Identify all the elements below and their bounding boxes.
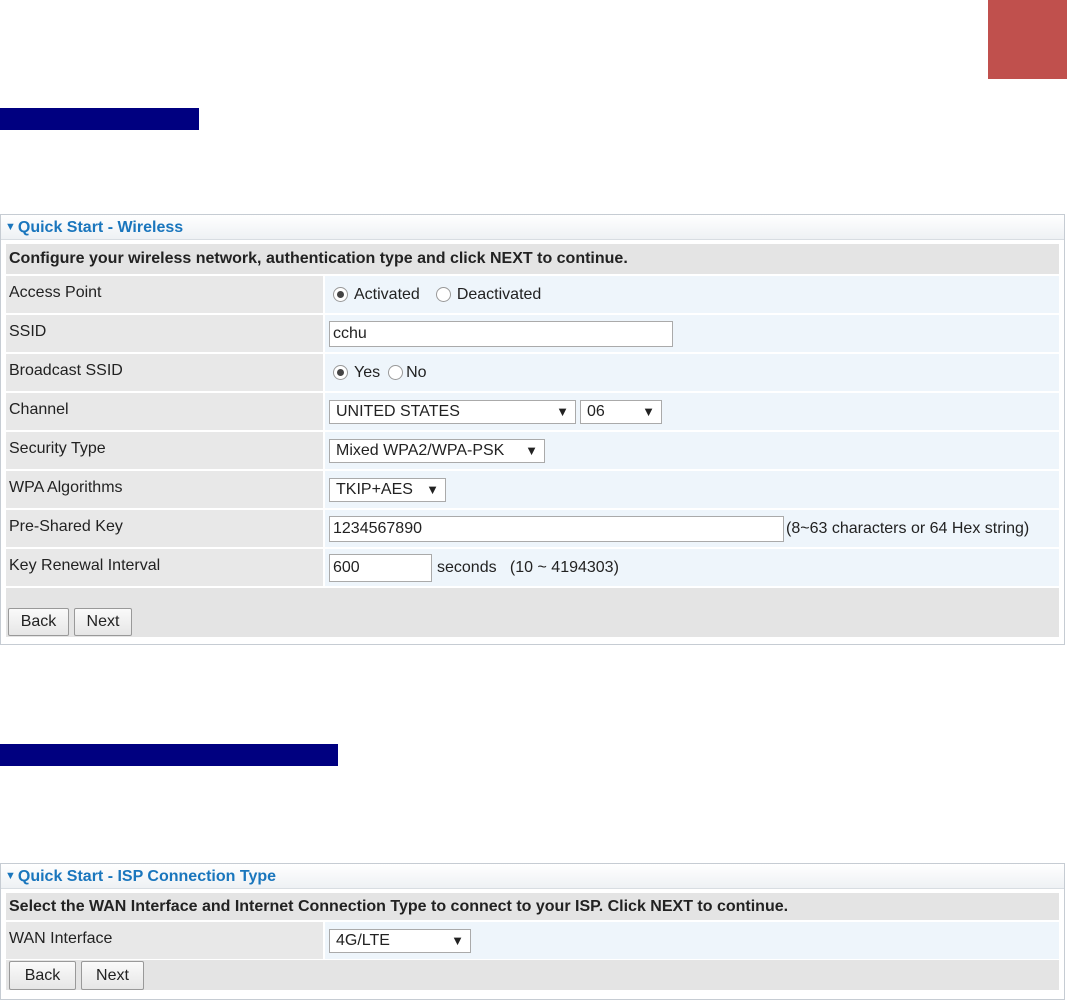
radio-unchecked-icon[interactable] <box>435 287 451 302</box>
dropdown-arrow-icon: ▼ <box>525 443 538 458</box>
section-heading-bar <box>0 108 199 130</box>
radio-checked-icon[interactable] <box>333 287 348 302</box>
isp-panel: ▼ Quick Start - ISP Connection Type Selec… <box>0 863 1065 1000</box>
country-select[interactable]: UNITED STATES ▼ <box>329 399 576 424</box>
button-bar: Back Next <box>6 588 1059 637</box>
key-renewal-hint: seconds (10 ~ 4194303) <box>437 558 619 576</box>
security-type-row: Security Type Mixed WPA2/WPA-PSK ▼ <box>6 432 1059 469</box>
radio-unchecked-icon[interactable] <box>388 365 404 380</box>
button-bar: Back Next <box>6 960 1059 990</box>
psk-hint: (8~63 characters or 64 Hex string) <box>786 519 1030 537</box>
access-point-label: Access Point <box>6 276 323 313</box>
ssid-label: SSID <box>6 315 323 352</box>
panel-description: Select the WAN Interface and Internet Co… <box>6 893 1059 920</box>
access-point-deactivated-option[interactable]: Deactivated <box>435 286 541 304</box>
ssid-row: SSID <box>6 315 1059 352</box>
back-button[interactable]: Back <box>9 961 76 990</box>
broadcast-no-option[interactable]: No <box>388 364 427 382</box>
collapse-triangle-icon: ▼ <box>5 221 16 233</box>
section-heading-bar <box>0 744 338 766</box>
security-type-label: Security Type <box>6 432 323 469</box>
psk-input[interactable] <box>329 515 784 542</box>
panel-description: Configure your wireless network, authent… <box>6 244 1059 274</box>
broadcast-ssid-row: Broadcast SSID Yes No <box>6 354 1059 391</box>
broadcast-yes-option[interactable]: Yes <box>333 364 380 382</box>
key-renewal-input[interactable] <box>329 553 432 582</box>
dropdown-arrow-icon: ▼ <box>642 404 655 419</box>
ssid-input[interactable] <box>329 320 673 347</box>
wan-interface-select[interactable]: 4G/LTE ▼ <box>329 928 471 953</box>
panel-title[interactable]: ▼ Quick Start - Wireless <box>1 215 1064 240</box>
wan-interface-row: WAN Interface 4G/LTE ▼ <box>6 922 1059 959</box>
access-point-activated-option[interactable]: Activated <box>333 286 420 304</box>
radio-checked-icon[interactable] <box>333 365 348 380</box>
panel-title-text: Quick Start - ISP Connection Type <box>17 868 277 885</box>
broadcast-ssid-label: Broadcast SSID <box>6 354 323 391</box>
access-point-row: Access Point Activated Deactivated <box>6 276 1059 313</box>
key-renewal-row: Key Renewal Interval seconds (10 ~ 41943… <box>6 549 1059 586</box>
wpa-algorithms-row: WPA Algorithms TKIP+AES ▼ <box>6 471 1059 508</box>
dropdown-arrow-icon: ▼ <box>451 933 464 948</box>
key-renewal-label: Key Renewal Interval <box>6 549 323 586</box>
security-type-select[interactable]: Mixed WPA2/WPA-PSK ▼ <box>329 438 545 463</box>
channel-select[interactable]: 06 ▼ <box>580 399 662 424</box>
wpa-algorithms-label: WPA Algorithms <box>6 471 323 508</box>
panel-title-text: Quick Start - Wireless <box>17 219 184 236</box>
back-button[interactable]: Back <box>8 608 69 636</box>
wpa-algorithms-select[interactable]: TKIP+AES ▼ <box>329 477 446 502</box>
channel-row: Channel UNITED STATES ▼ 06 ▼ <box>6 393 1059 430</box>
channel-label: Channel <box>6 393 323 430</box>
psk-row: Pre-Shared Key (8~63 characters or 64 He… <box>6 510 1059 547</box>
wan-interface-label: WAN Interface <box>6 922 323 959</box>
wireless-panel: ▼ Quick Start - Wireless Configure your w… <box>0 214 1065 645</box>
panel-title[interactable]: ▼ Quick Start - ISP Connection Type <box>1 864 1064 889</box>
next-button[interactable]: Next <box>81 961 144 990</box>
next-button[interactable]: Next <box>74 608 132 636</box>
dropdown-arrow-icon: ▼ <box>426 482 439 497</box>
psk-label: Pre-Shared Key <box>6 510 323 547</box>
dropdown-arrow-icon: ▼ <box>556 404 569 419</box>
corner-tab <box>988 0 1067 79</box>
collapse-triangle-icon: ▼ <box>5 870 16 882</box>
